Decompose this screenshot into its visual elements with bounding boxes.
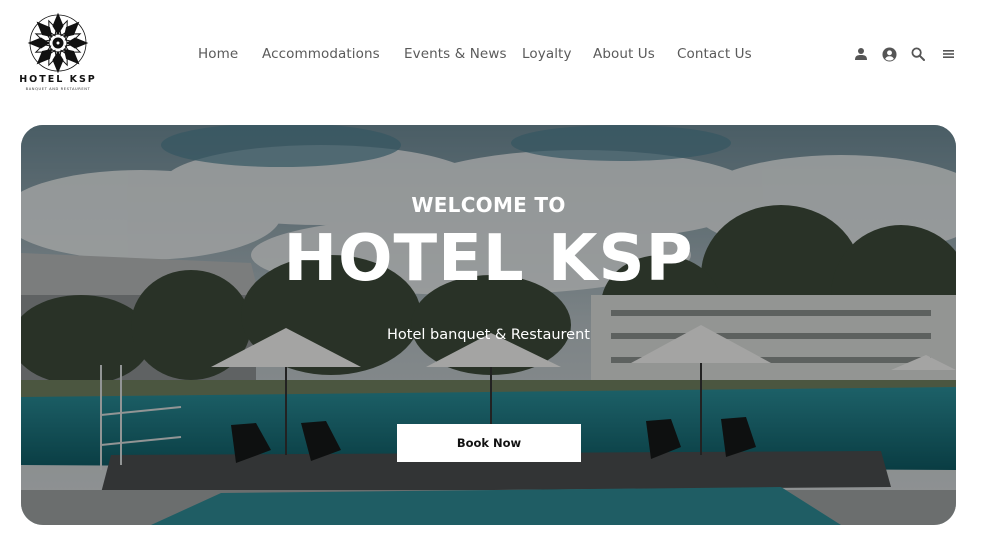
hero-welcome-text: WELCOME TO (411, 193, 566, 217)
account-circle-icon[interactable] (880, 45, 898, 63)
hero-subtitle: Hotel banquet & Restaurent (387, 327, 590, 343)
nav-about-us[interactable]: About Us (593, 46, 655, 62)
user-icon[interactable] (852, 45, 870, 63)
site-header: HOTEL KSP BANQUET AND RESTAURENT Home Ac… (0, 0, 981, 110)
brand-name: HOTEL KSP (19, 74, 97, 85)
nav-contact-us[interactable]: Contact Us (677, 46, 752, 62)
nav-events-news[interactable]: Events & News (404, 46, 507, 62)
nav-accommodations[interactable]: Accommodations (262, 46, 380, 62)
search-icon[interactable] (909, 45, 927, 63)
book-now-button[interactable]: Book Now (397, 424, 581, 462)
hero-dark-overlay (21, 125, 956, 525)
menu-icon[interactable] (939, 45, 957, 63)
brand-tagline: BANQUET AND RESTAURENT (25, 87, 91, 91)
hero-title: HOTEL KSP (283, 222, 694, 296)
hero-banner: WELCOME TO HOTEL KSP Hotel banquet & Res… (21, 125, 956, 525)
nav-loyalty[interactable]: Loyalty (522, 46, 572, 62)
main-nav: Home Accommodations Events & News Loyalt… (0, 46, 981, 66)
nav-home[interactable]: Home (198, 46, 238, 62)
